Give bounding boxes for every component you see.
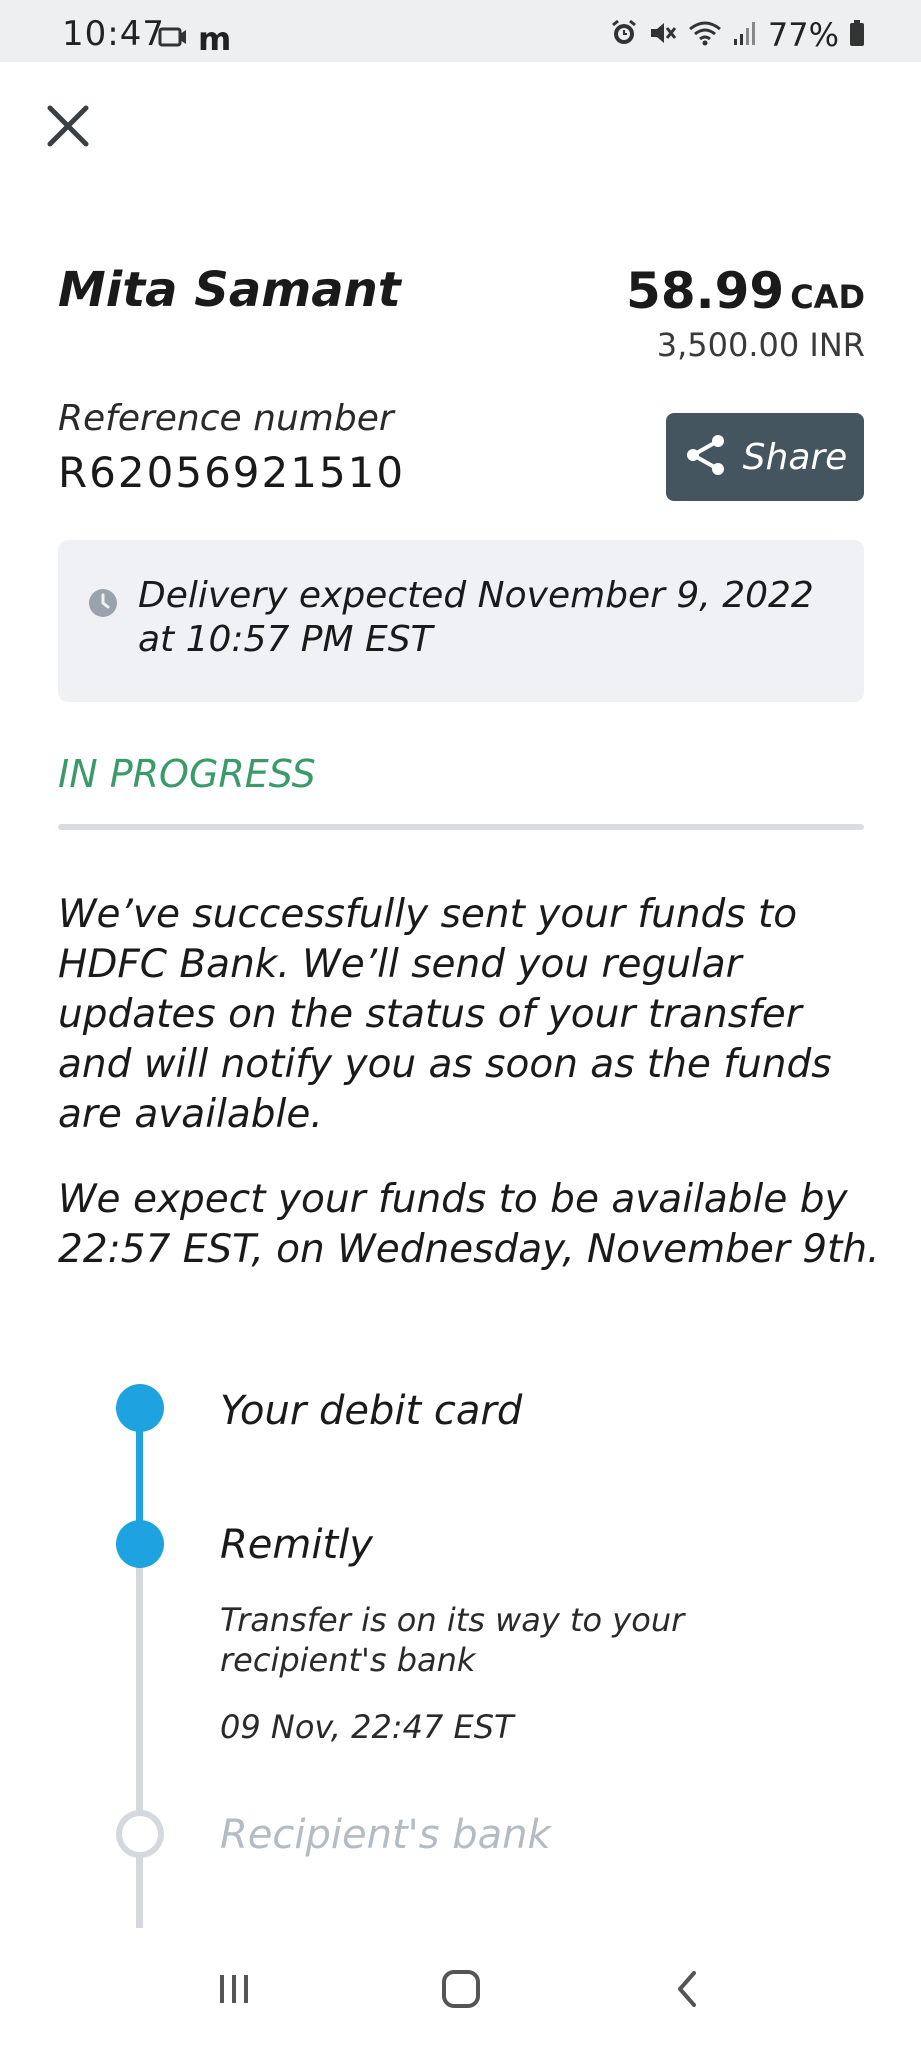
info-paragraph-2: We expect your funds to be available by … (58, 1177, 880, 1272)
timeline-dot-debit-card (116, 1384, 164, 1432)
wifi-icon (688, 19, 722, 51)
close-button[interactable] (40, 100, 96, 156)
status-label: IN PROGRESS (58, 752, 316, 796)
reference-number: R62056921510 (58, 448, 406, 497)
battery-percentage: 77% (767, 16, 839, 54)
timeline-step-remitly-description: Transfer is on its way to your recipient… (220, 1601, 685, 1679)
share-label: Share (742, 436, 848, 478)
status-bar: 10:47 m 77% (0, 0, 921, 62)
delivery-estimate-box: Delivery expected November 9, 2022 at 10… (58, 540, 864, 702)
converted-amount: 3,500.00 INR (656, 326, 865, 364)
home-button[interactable] (421, 1961, 501, 2021)
timeline-dot-recipient-bank (116, 1810, 164, 1858)
amount-block: 58.99 CAD 3,500.00 INR (626, 262, 865, 364)
delivery-text: Delivery expected November 9, 2022 at 10… (138, 575, 814, 660)
share-icon (683, 432, 729, 482)
timeline-step-remitly-timestamp: 09 Nov, 22:47 EST (220, 1708, 514, 1746)
status-time: 10:47 (62, 14, 165, 54)
close-icon (44, 102, 92, 154)
amount-currency: CAD (790, 278, 865, 316)
signal-icon (732, 19, 758, 51)
timeline-line-pending (136, 1564, 143, 1928)
system-nav-bar (0, 1934, 921, 2048)
timeline-step-debit-card: Your debit card (220, 1388, 523, 1434)
battery-icon (849, 19, 865, 51)
recipient-name: Mita Samant (58, 262, 401, 318)
home-icon (439, 1967, 483, 2015)
clock-icon (88, 588, 118, 622)
recents-icon (214, 1969, 254, 2013)
timeline-step-recipient-bank: Recipient's bank (220, 1812, 551, 1858)
share-button[interactable]: Share (666, 413, 864, 501)
status-right-icons: 77% (610, 16, 865, 54)
alarm-icon (610, 19, 638, 51)
timeline-dot-remitly (116, 1520, 164, 1568)
back-icon (668, 1969, 708, 2013)
timeline-step-remitly: Remitly (220, 1522, 373, 1568)
screen-record-icon (158, 25, 188, 53)
carrier-icon: m (198, 20, 232, 58)
status-left-icons: m (158, 20, 231, 58)
amount-value: 58.99 (626, 262, 785, 320)
back-button[interactable] (648, 1961, 728, 2021)
recents-button[interactable] (194, 1961, 274, 2021)
info-paragraph-1: We’ve successfully sent your funds to HD… (58, 892, 832, 1137)
mute-icon (648, 19, 678, 51)
reference-label: Reference number (58, 398, 394, 439)
divider (58, 824, 864, 830)
